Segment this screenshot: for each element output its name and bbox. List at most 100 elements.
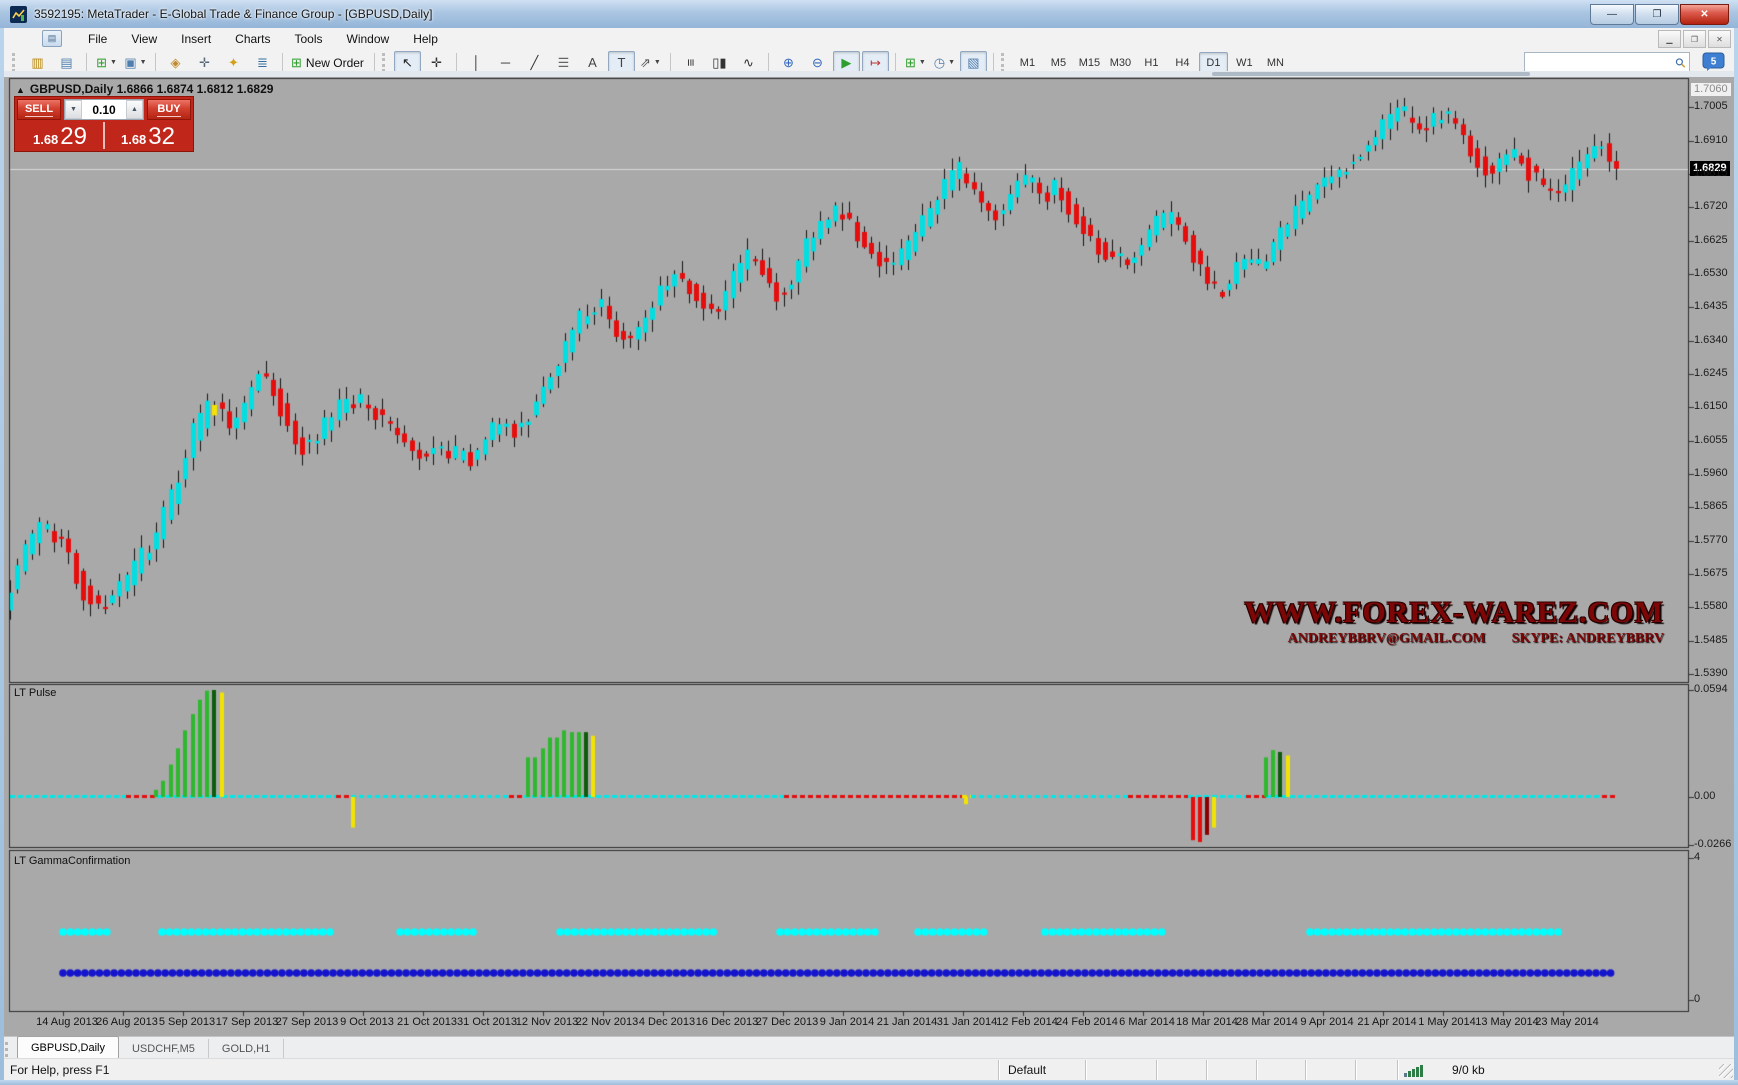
chart-tab[interactable]: USDCHF,M5 xyxy=(119,1039,209,1058)
lot-increase-button[interactable]: ▲ xyxy=(126,100,143,119)
new-order-label: New Order xyxy=(306,56,364,70)
trendline-icon: ╱ xyxy=(531,56,539,69)
date-axis-label: 9 Oct 2013 xyxy=(340,1016,394,1028)
open-chart-icon: ▥ xyxy=(31,56,43,69)
dropdown-caret-icon: ▼ xyxy=(140,59,147,66)
cursor-icon: ↖ xyxy=(402,56,413,69)
dropdown-caret-icon: ▼ xyxy=(919,59,926,66)
close-button[interactable]: ✕ xyxy=(1680,4,1729,25)
resize-grip[interactable] xyxy=(1719,1064,1733,1078)
toolbar-separator xyxy=(670,53,671,72)
menu-item[interactable]: Help xyxy=(401,29,450,49)
chart-window-icon[interactable]: ▤ xyxy=(42,30,62,47)
collapse-panel-arrow-icon[interactable]: ▲ xyxy=(16,85,25,95)
chart-preview-icon: ▤ xyxy=(60,56,72,69)
crosshair-icon: ✛ xyxy=(431,56,442,69)
toolbar-grip xyxy=(1001,53,1007,72)
search-input[interactable] xyxy=(1525,55,1675,70)
date-axis-label: 27 Dec 2013 xyxy=(756,1016,818,1028)
scrollbar-handle[interactable] xyxy=(1212,72,1530,76)
date-axis-label: 13 May 2014 xyxy=(1475,1016,1539,1028)
buy-button[interactable]: BUY xyxy=(147,99,191,120)
child-close-button[interactable]: ✕ xyxy=(1708,30,1731,48)
price-axis-label: 1.6815 xyxy=(1694,167,1728,179)
price-axis-label: 1.6055 xyxy=(1694,434,1728,446)
date-axis-label: 23 May 2014 xyxy=(1535,1016,1599,1028)
zoom-in-icon: ⊕ xyxy=(783,56,794,69)
menu-item[interactable]: Charts xyxy=(223,29,282,49)
date-axis-label: 18 Mar 2014 xyxy=(1176,1016,1238,1028)
lot-decrease-button[interactable]: ▼ xyxy=(65,100,82,119)
price-axis-label: 1.6340 xyxy=(1694,334,1728,346)
title-bar[interactable]: 3592195: MetaTrader - E-Global Trade & F… xyxy=(0,0,1738,29)
data-window-icon: ✛ xyxy=(199,56,210,69)
date-axis-label: 31 Jan 2014 xyxy=(937,1016,998,1028)
price-axis-label: 1.5865 xyxy=(1694,500,1728,512)
indicators-icon: ⊞ xyxy=(905,56,916,69)
template-icon: ▧ xyxy=(967,56,979,69)
menu-item[interactable]: Tools xyxy=(283,29,335,49)
menu-item[interactable]: View xyxy=(119,29,169,49)
status-traffic: 9/0 kb xyxy=(1452,1063,1485,1077)
bar-chart-icon: ≡ xyxy=(684,59,697,67)
price-axis-label: 1.6720 xyxy=(1694,200,1728,212)
restore-button[interactable]: ❐ xyxy=(1635,4,1679,25)
price-axis-label: 1.5485 xyxy=(1694,634,1728,646)
toolbar-separator xyxy=(155,53,156,72)
menu-items: FileViewInsertChartsToolsWindowHelp xyxy=(76,29,450,49)
minimize-button[interactable]: — xyxy=(1590,4,1634,25)
sell-button[interactable]: SELL xyxy=(17,99,61,120)
dropdown-caret-icon: ▼ xyxy=(110,59,117,66)
price-chart-canvas[interactable] xyxy=(4,77,1734,1036)
statusbar-separator xyxy=(1305,1060,1306,1080)
pulse-axis-label: -0.0266 xyxy=(1694,838,1731,850)
mql5-community-icon[interactable]: 5 xyxy=(1702,52,1726,72)
toolbar-separator xyxy=(768,53,769,72)
app-icon xyxy=(10,6,27,23)
date-axis-label: 21 Apr 2014 xyxy=(1357,1016,1416,1028)
menu-item[interactable]: Insert xyxy=(169,29,223,49)
child-restore-button[interactable]: ❐ xyxy=(1683,30,1706,48)
toolbar-separator xyxy=(374,53,375,72)
toolbar-grip xyxy=(12,53,18,72)
navigator-icon: ✦ xyxy=(228,56,239,69)
dropdown-caret-icon: ▼ xyxy=(948,59,955,66)
statusbar-separator xyxy=(1397,1060,1398,1080)
fibonacci-icon: ☰ xyxy=(558,56,570,69)
metatrader-window: 3592195: MetaTrader - E-Global Trade & F… xyxy=(0,0,1738,1085)
search-icon[interactable] xyxy=(1675,56,1686,70)
gamma-indicator-label: LT GammaConfirmation xyxy=(14,855,130,867)
chart-tab-bar: GBPUSD,Daily USDCHF,M5 GOLD,H1 xyxy=(2,1036,1736,1059)
date-axis-label: 22 Nov 2013 xyxy=(576,1016,638,1028)
terminal-icon: ≣ xyxy=(257,56,268,69)
price-axis-label: 1.6625 xyxy=(1694,234,1728,246)
buy-price-display[interactable]: 1.6832 xyxy=(103,122,191,149)
statusbar-separator xyxy=(998,1060,999,1080)
chart-tab[interactable]: GOLD,H1 xyxy=(209,1039,284,1058)
status-profile[interactable]: Default xyxy=(1008,1063,1046,1077)
window-border-left xyxy=(0,28,4,1085)
chart-tab[interactable]: GBPUSD,Daily xyxy=(17,1036,119,1059)
date-axis-label: 4 Dec 2013 xyxy=(639,1016,695,1028)
horizontal-line-icon: ─ xyxy=(501,56,510,69)
toolbar-separator xyxy=(456,53,457,72)
sell-price-display[interactable]: 1.6829 xyxy=(17,122,103,149)
menu-item[interactable]: Window xyxy=(335,29,402,49)
vertical-line-icon: │ xyxy=(472,56,480,69)
status-bar: For Help, press F1 Default 9/0 kb xyxy=(2,1058,1736,1081)
child-minimize-button[interactable]: ▁ xyxy=(1658,30,1681,48)
price-axis-label: 1.5390 xyxy=(1694,667,1728,679)
gamma-axis-label: 4 xyxy=(1694,851,1700,863)
zoom-out-icon: ⊖ xyxy=(812,56,823,69)
new-order-icon: ⊞ xyxy=(291,56,302,69)
date-axis-label: 16 Dec 2013 xyxy=(696,1016,758,1028)
menu-item[interactable]: File xyxy=(76,29,119,49)
lot-size-input[interactable] xyxy=(82,100,126,119)
market-watch-icon: ◈ xyxy=(171,56,181,69)
chart-area: ▲GBPUSD,Daily 1.6866 1.6874 1.6812 1.682… xyxy=(4,77,1734,1036)
date-axis-label: 21 Oct 2013 xyxy=(397,1016,457,1028)
price-axis-label: 1.5675 xyxy=(1694,567,1728,579)
chart-tabs: GBPUSD,Daily USDCHF,M5 GOLD,H1 xyxy=(17,1036,284,1059)
candlestick-chart-icon: ▯▮ xyxy=(712,56,726,69)
one-click-trading-panel: SELL ▼ ▲ BUY 1.6829 1.6832 xyxy=(14,96,194,152)
